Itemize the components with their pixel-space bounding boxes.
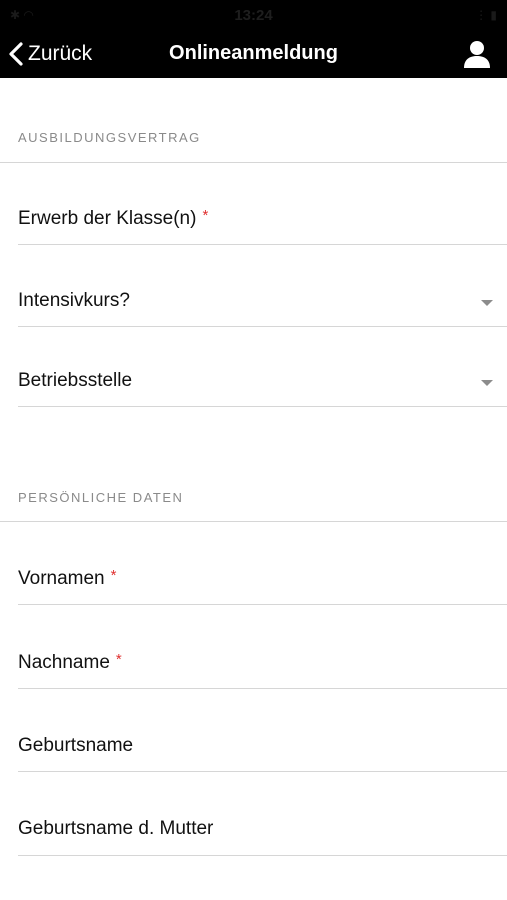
- select-branch-office[interactable]: Betriebsstelle: [18, 364, 507, 404]
- required-marker: *: [115, 651, 122, 668]
- field-last-name[interactable]: Nachname *: [18, 646, 507, 686]
- section-header-personal-data: PERSÖNLICHE DATEN: [18, 490, 184, 505]
- status-bar: ✱ ◠ 13:24 ⋮ ▮: [0, 0, 507, 30]
- field-divider: [18, 326, 507, 327]
- field-divider: [18, 855, 507, 856]
- field-first-names[interactable]: Vornamen *: [18, 562, 507, 602]
- user-button[interactable]: [461, 38, 493, 70]
- section-divider: [0, 521, 507, 522]
- field-divider: [18, 688, 507, 689]
- nav-bar: Zurück Onlineanmeldung: [0, 30, 507, 78]
- field-label: Erwerb der Klasse(n) *: [18, 207, 209, 229]
- field-label: Intensivkurs?: [18, 290, 130, 311]
- back-button[interactable]: Zurück: [8, 30, 92, 78]
- field-divider: [18, 604, 507, 605]
- field-label: Geburtsname d. Mutter: [18, 818, 214, 839]
- field-birth-name[interactable]: Geburtsname: [18, 729, 507, 769]
- section-divider: [0, 162, 507, 163]
- field-divider: [18, 771, 507, 772]
- required-marker: *: [110, 567, 117, 584]
- field-divider: [18, 244, 507, 245]
- back-label: Zurück: [28, 42, 93, 65]
- field-label: Betriebsstelle: [18, 370, 133, 391]
- status-battery: ⋮ ▮: [475, 8, 497, 22]
- select-intensive-course[interactable]: Intensivkurs?: [18, 284, 507, 324]
- field-divider: [18, 406, 507, 407]
- chevron-left-icon: [9, 42, 23, 66]
- field-license-classes[interactable]: Erwerb der Klasse(n) *: [18, 202, 507, 242]
- section-header-training-contract: AUSBILDUNGSVERTRAG: [18, 130, 201, 145]
- user-icon: [464, 41, 490, 68]
- required-marker: *: [202, 207, 209, 224]
- field-label: Vornamen *: [18, 567, 117, 589]
- field-mother-birth-name[interactable]: Geburtsname d. Mutter: [18, 812, 507, 852]
- field-label: Geburtsname: [18, 735, 134, 756]
- field-label: Nachname *: [18, 651, 122, 673]
- status-time: 13:24: [234, 7, 273, 24]
- dropdown-caret-icon: [481, 380, 493, 386]
- dropdown-caret-icon: [481, 300, 493, 306]
